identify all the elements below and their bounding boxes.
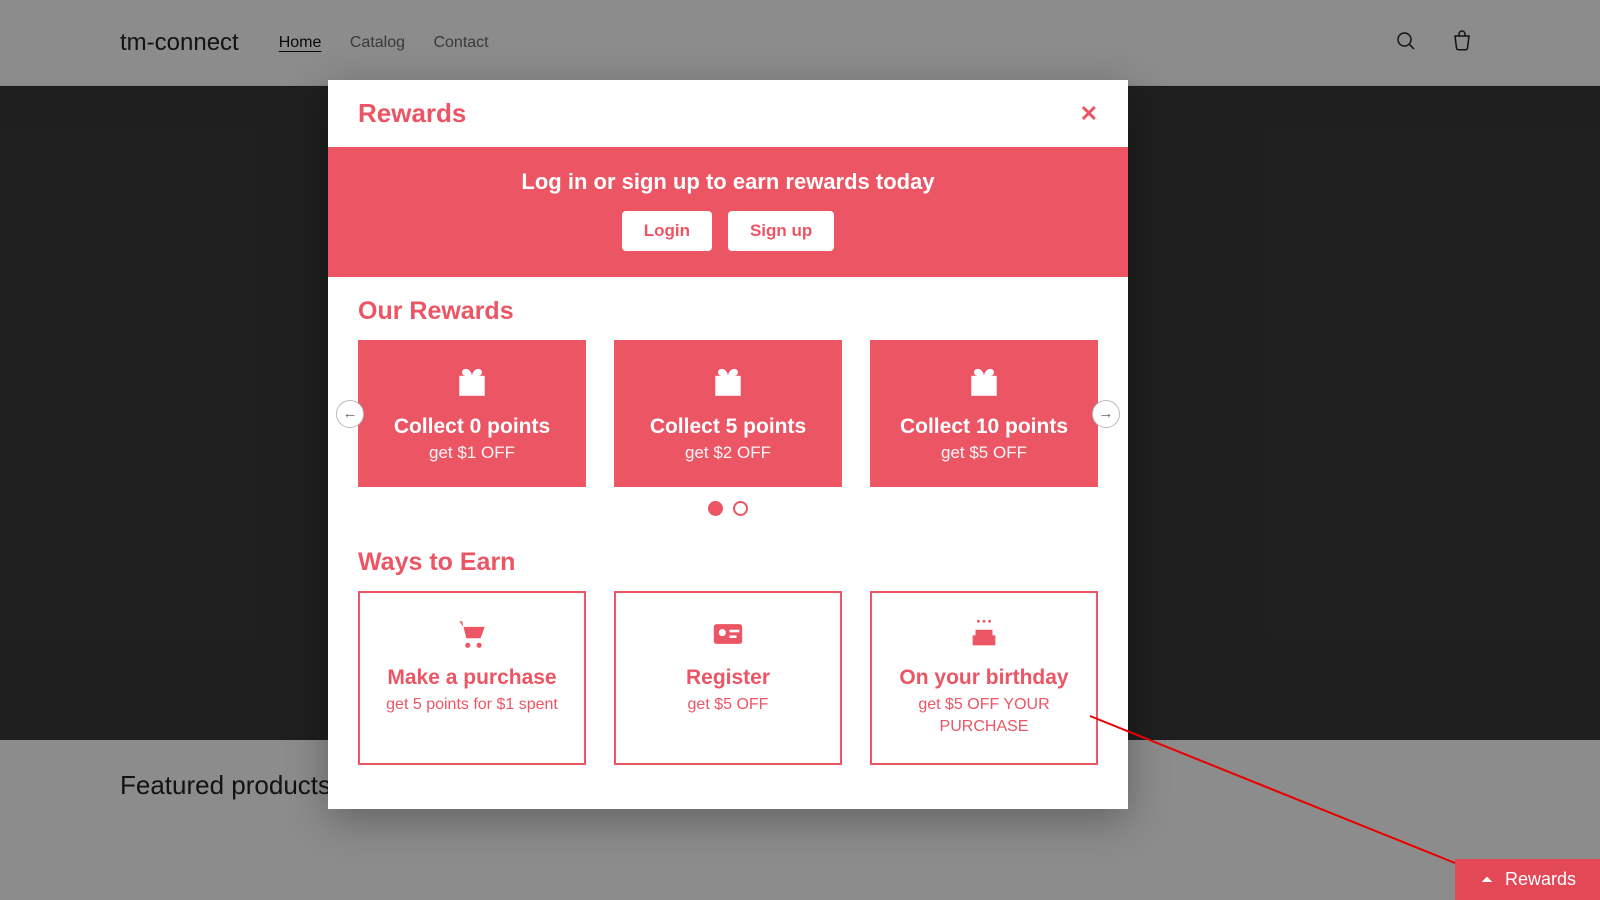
carousel-next-arrow[interactable]: → xyxy=(1092,400,1120,428)
earn-card-title: On your birthday xyxy=(884,666,1084,690)
carousel-dots xyxy=(358,501,1098,516)
earn-card-sub: get $5 OFF YOUR PURCHASE xyxy=(884,694,1084,739)
login-button[interactable]: Login xyxy=(622,211,712,251)
modal-header: Rewards ✕ xyxy=(328,80,1128,147)
signup-button[interactable]: Sign up xyxy=(728,211,834,251)
earn-card-sub: get $5 OFF xyxy=(628,694,828,716)
reward-card[interactable]: Collect 0 points get $1 OFF xyxy=(358,340,586,487)
reward-card[interactable]: Collect 5 points get $2 OFF xyxy=(614,340,842,487)
rewards-modal: Rewards ✕ Log in or sign up to earn rewa… xyxy=(328,80,1128,809)
login-banner-text: Log in or sign up to earn rewards today xyxy=(348,169,1108,195)
our-rewards-section: Our Rewards ← Collect 0 points get $1 OF… xyxy=(328,277,1128,516)
modal-title: Rewards xyxy=(358,98,466,129)
reward-card[interactable]: Collect 10 points get $5 OFF xyxy=(870,340,1098,487)
gift-icon xyxy=(624,366,832,405)
our-rewards-title: Our Rewards xyxy=(358,297,1098,326)
reward-card-title: Collect 0 points xyxy=(368,415,576,439)
reward-card-sub: get $5 OFF xyxy=(880,443,1088,463)
login-banner: Log in or sign up to earn rewards today … xyxy=(328,147,1128,277)
close-icon[interactable]: ✕ xyxy=(1080,101,1098,127)
chevron-up-icon xyxy=(1479,872,1495,888)
carousel-dot-1[interactable] xyxy=(708,501,723,516)
gift-icon xyxy=(880,366,1088,405)
gift-icon xyxy=(368,366,576,405)
reward-card-sub: get $2 OFF xyxy=(624,443,832,463)
ways-to-earn-section: Ways to Earn Make a purchase get 5 point… xyxy=(328,528,1128,809)
earn-card-sub: get 5 points for $1 spent xyxy=(372,694,572,716)
earn-card[interactable]: On your birthday get $5 OFF YOUR PURCHAS… xyxy=(870,591,1098,765)
rewards-cards-row: ← Collect 0 points get $1 OFF Collect 5 … xyxy=(358,340,1098,487)
carousel-dot-2[interactable] xyxy=(733,501,748,516)
carousel-prev-arrow[interactable]: ← xyxy=(336,400,364,428)
earn-card-title: Make a purchase xyxy=(372,666,572,690)
earn-card[interactable]: Register get $5 OFF xyxy=(614,591,842,765)
birthday-cake-icon xyxy=(884,617,1084,656)
ways-to-earn-title: Ways to Earn xyxy=(358,548,1098,577)
reward-card-title: Collect 10 points xyxy=(880,415,1088,439)
reward-card-sub: get $1 OFF xyxy=(368,443,576,463)
id-card-icon xyxy=(628,617,828,656)
earn-card[interactable]: Make a purchase get 5 points for $1 spen… xyxy=(358,591,586,765)
reward-card-title: Collect 5 points xyxy=(624,415,832,439)
earn-cards-row: Make a purchase get 5 points for $1 spen… xyxy=(358,591,1098,765)
earn-card-title: Register xyxy=(628,666,828,690)
rewards-fab-label: Rewards xyxy=(1505,869,1576,890)
rewards-fab[interactable]: Rewards xyxy=(1455,859,1600,900)
cart-icon xyxy=(372,617,572,656)
